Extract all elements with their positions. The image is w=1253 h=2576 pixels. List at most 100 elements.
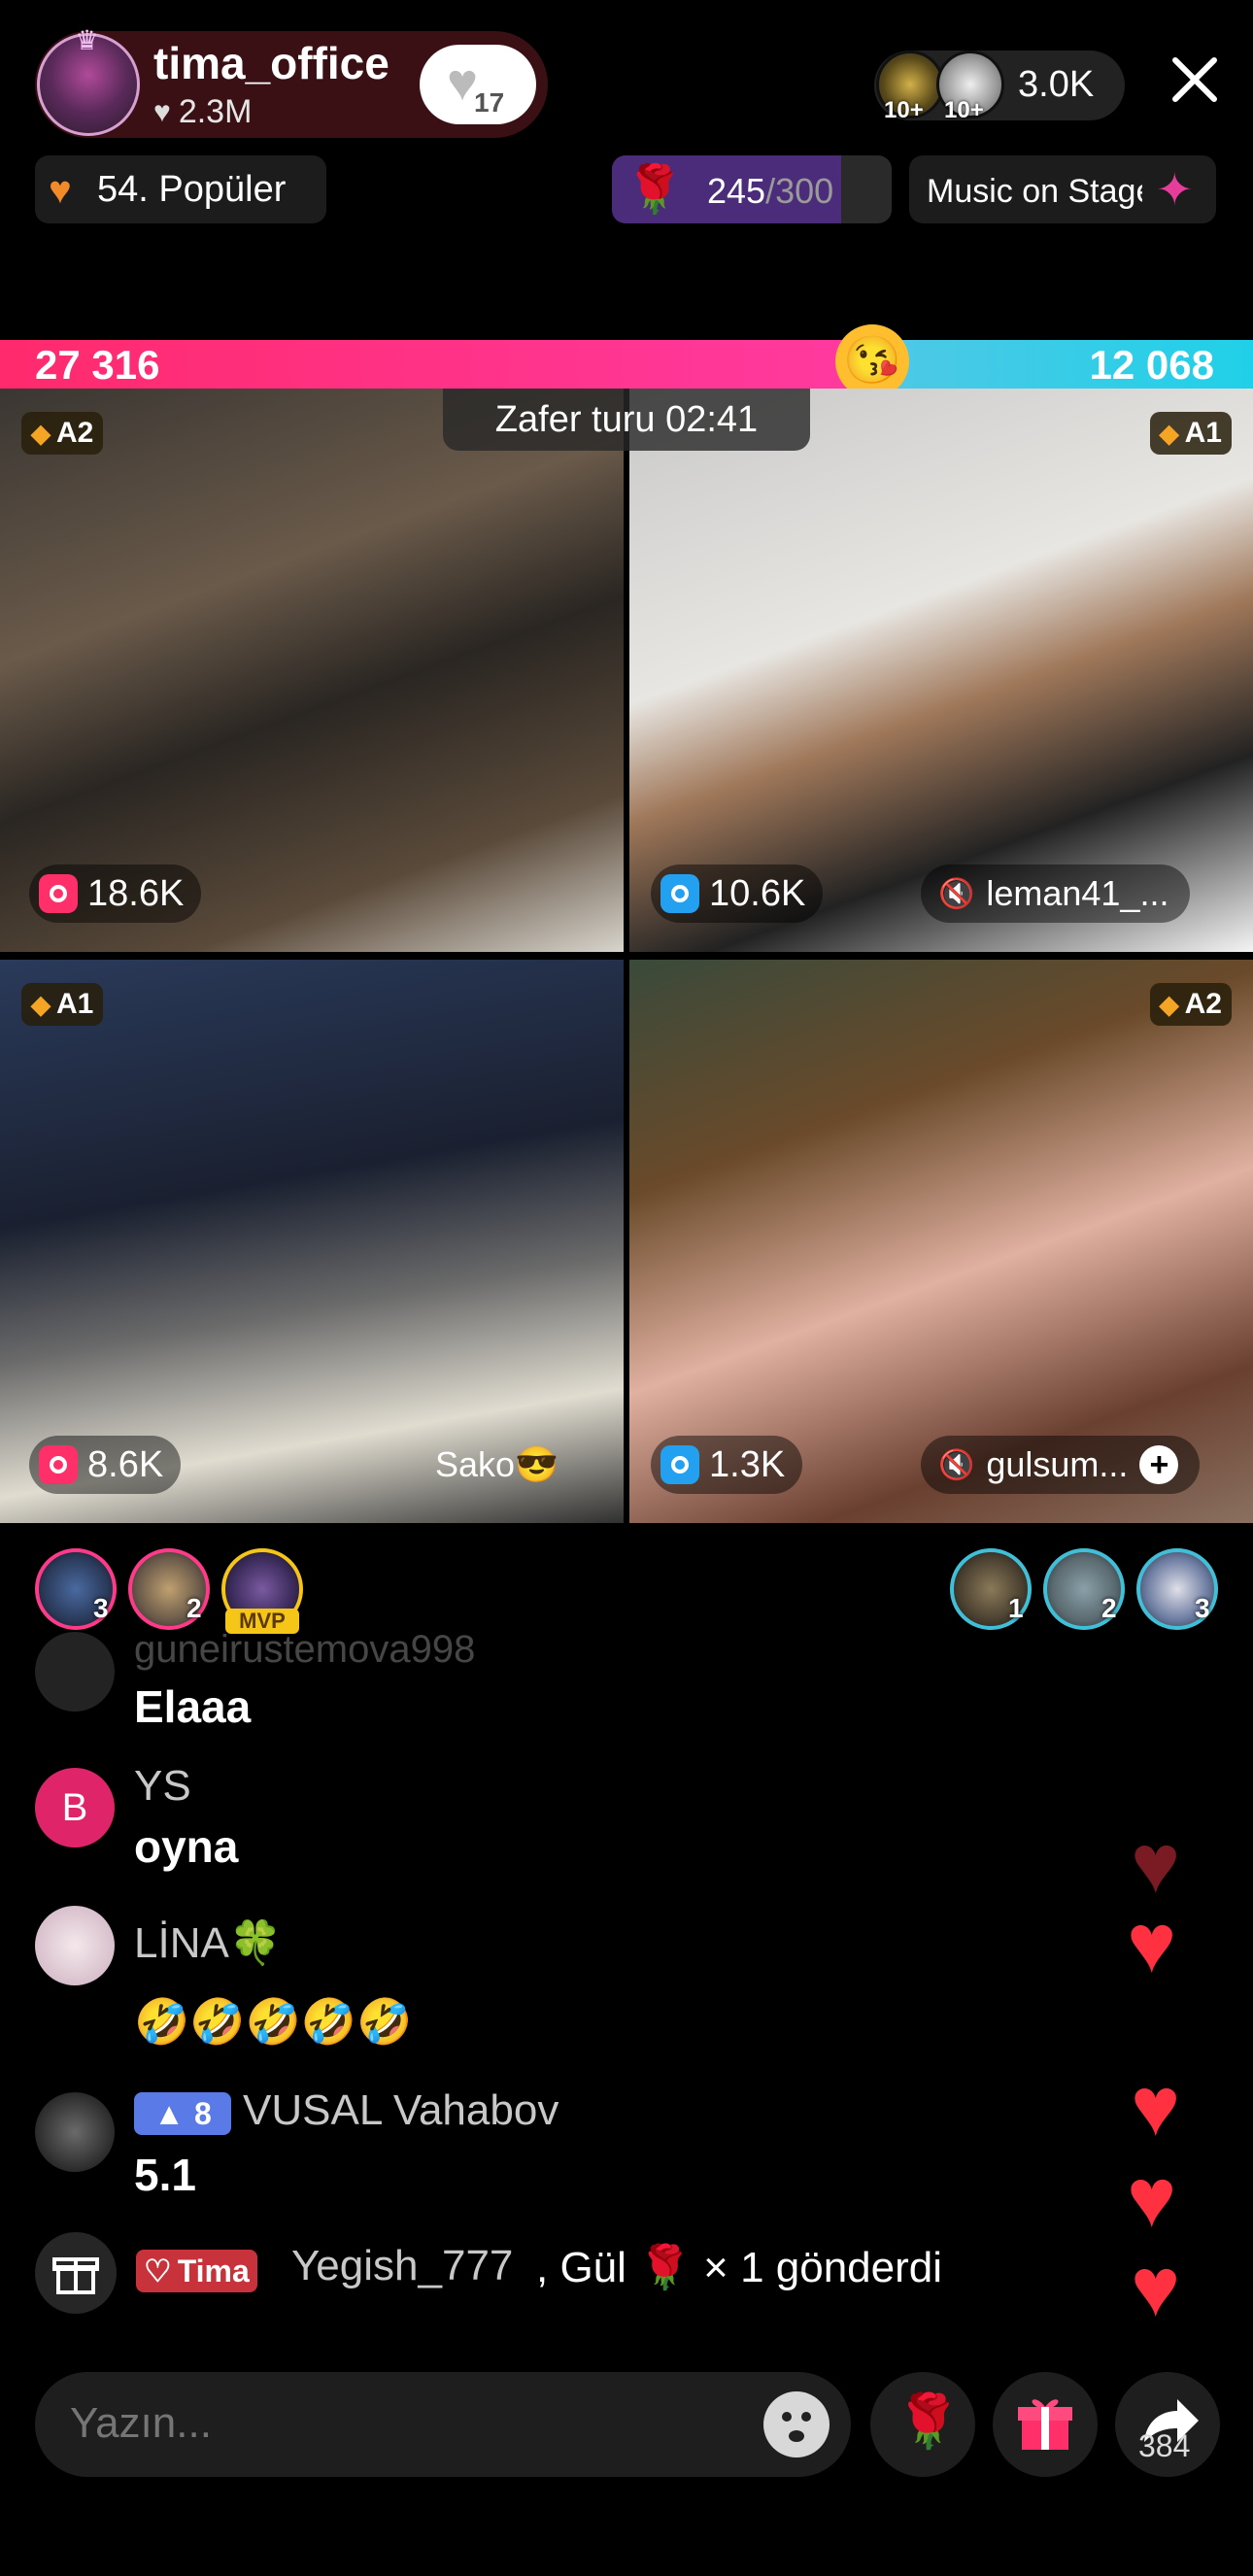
floating-heart-icon: ♥ [1131, 1817, 1181, 1911]
tile-username-label: gulsum... [986, 1444, 1129, 1484]
supporter-rank: 2 [1101, 1593, 1117, 1623]
rose-icon: 🌹 [896, 2392, 962, 2451]
tile-username[interactable]: 🔇 leman41_... [921, 864, 1191, 923]
rose-goal-current: 245 [707, 171, 766, 211]
diamond-icon: ◆ [31, 989, 51, 1019]
close-icon[interactable] [1166, 51, 1224, 109]
add-guest-icon[interactable]: + [1139, 1445, 1179, 1484]
camera-icon [660, 1445, 699, 1484]
diamond-icon: ◆ [31, 418, 51, 448]
popular-heart-icon: ♥ [49, 169, 72, 212]
fan-club-badge: ♡ Tima [136, 2250, 257, 2292]
crown-icon: ♛ [75, 25, 100, 55]
tile-score: 8.6K [29, 1436, 182, 1494]
battle-score-bar [0, 340, 1253, 389]
diamond-icon: ◆ [1159, 989, 1179, 1019]
gift-button[interactable] [993, 2372, 1098, 2477]
tier-badge: ◆ A2 [21, 412, 104, 455]
video-tile-3[interactable]: ◆ A1 8.6K Sako😎 [0, 960, 624, 1523]
tier-label: A1 [1184, 417, 1222, 449]
diamond-icon: ◆ [1159, 418, 1179, 448]
follow-count: 17 [474, 87, 505, 118]
floating-heart-icon: ♥ [1127, 2152, 1177, 2245]
level-icon: ▲ [153, 2095, 185, 2131]
chat-avatar[interactable] [35, 1632, 115, 1712]
chat-message: 5.1 [134, 2150, 196, 2200]
chat-message: oyna [134, 1821, 239, 1872]
tier-badge: ◆ A1 [21, 983, 104, 1026]
rose-gift-button[interactable]: 🌹 [870, 2372, 975, 2477]
chat-username[interactable]: YS [134, 1762, 191, 1811]
camera-icon [39, 874, 78, 913]
kiss-emoji-icon: 😘 [835, 324, 909, 398]
heart-icon: ♥ [153, 95, 171, 128]
chat-username[interactable]: VUSAL Vahabov [243, 2086, 559, 2135]
tile-username[interactable]: Sako😎 [418, 1436, 580, 1494]
host-avatar[interactable]: ♛ [37, 25, 140, 136]
tile-username-label: leman41_... [986, 873, 1169, 913]
chat-message: Elaaa [134, 1681, 252, 1732]
tile-username-label: Sako😎 [435, 1444, 559, 1484]
chat-username[interactable]: LİNA🍀 [134, 1917, 283, 1968]
fan-club-label: Tima [177, 2253, 250, 2288]
rose-icon: 🌹 [626, 164, 684, 216]
chat-username[interactable]: guneirustemova998 [134, 1628, 475, 1672]
tile-score-value: 8.6K [87, 1443, 164, 1485]
tier-badge: ◆ A2 [1149, 983, 1232, 1026]
tile-score: 18.6K [29, 864, 202, 923]
tile-score-value: 18.6K [87, 872, 185, 914]
tile-score: 1.3K [651, 1436, 803, 1494]
level-badge: ▲ 8 [134, 2092, 231, 2135]
tile-score-value: 1.3K [709, 1443, 786, 1485]
camera-icon [39, 1445, 78, 1484]
tier-label: A2 [56, 417, 94, 449]
supporter-rank: 1 [1008, 1593, 1024, 1623]
tier-label: A1 [56, 988, 94, 1020]
rose-goal-max: /300 [765, 171, 834, 211]
gift-sender[interactable]: Yegish_777 [291, 2242, 513, 2290]
video-tile-2[interactable]: ◆ A1 10.6K 🔇 leman41_... [629, 389, 1253, 952]
tier-badge: ◆ A1 [1149, 412, 1232, 455]
gift-box-icon [35, 2232, 117, 2314]
host-likes: ♥ 2.3M [153, 93, 252, 131]
viewer-rank: 10+ [944, 97, 984, 123]
score-right: 12 068 [1089, 342, 1214, 388]
tile-score: 10.6K [651, 864, 824, 923]
floating-heart-icon: ♥ [1127, 1897, 1177, 1990]
share-count: 384 [1138, 2428, 1191, 2463]
follow-button[interactable]: ♥ 17 [420, 45, 536, 124]
floating-heart-icon: ♥ [1131, 2060, 1181, 2153]
gift-icon [1018, 2399, 1072, 2450]
camera-icon [660, 874, 699, 913]
fan-heart-icon: ♡ [144, 2254, 172, 2288]
chat-avatar[interactable] [35, 2092, 115, 2172]
rose-goal-count: 245/300 [707, 171, 833, 212]
host-name: tima_office [153, 38, 389, 88]
score-left: 27 316 [35, 342, 160, 388]
round-timer: Zafer turu 02:41 [443, 389, 810, 451]
chat-message: 🤣🤣🤣🤣🤣 [134, 1996, 413, 2047]
popular-rank-label: 54. Popüler [97, 169, 287, 210]
viewer-count[interactable]: 3.0K [1018, 64, 1094, 106]
gift-description: , Gül 🌹 × 1 gönderdi [536, 2244, 943, 2291]
tier-label: A2 [1184, 988, 1222, 1020]
chat-avatar[interactable] [35, 1906, 115, 1985]
level-value: 8 [193, 2095, 212, 2131]
emoji-button[interactable] [763, 2391, 830, 2457]
tile-username[interactable]: 🔇 gulsum... + [921, 1436, 1201, 1494]
floating-heart-icon: ♥ [1131, 2241, 1181, 2334]
mute-icon: 🔇 [938, 1448, 975, 1481]
supporter-rank: 3 [1195, 1593, 1210, 1623]
comment-input[interactable] [70, 2399, 750, 2448]
mute-icon: 🔇 [938, 877, 975, 910]
viewer-rank: 10+ [884, 97, 924, 123]
chat-avatar[interactable]: B [35, 1768, 115, 1847]
supporter-rank: 2 [186, 1593, 202, 1623]
supporter-rank: 3 [93, 1593, 109, 1623]
tile-score-value: 10.6K [709, 872, 806, 914]
video-tile-4[interactable]: ◆ A2 1.3K 🔇 gulsum... + [629, 960, 1253, 1523]
video-tile-1[interactable]: ◆ A2 18.6K [0, 389, 624, 952]
dancer-icon: ✦ [1156, 164, 1194, 215]
music-on-stage-label: Music on Stage [927, 173, 1142, 210]
host-likes-count: 2.3M [178, 93, 253, 130]
